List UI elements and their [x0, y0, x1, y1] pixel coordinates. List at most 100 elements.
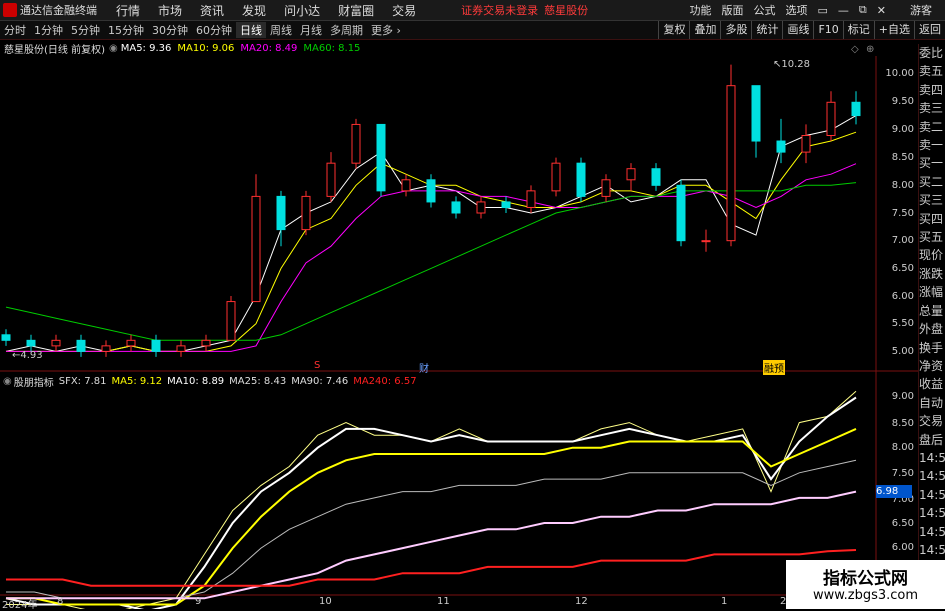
- minimize-icon[interactable]: —: [833, 4, 854, 17]
- menu-market[interactable]: 市场: [149, 2, 191, 19]
- restore-icon[interactable]: ▭: [813, 4, 833, 17]
- period-30min[interactable]: 30分钟: [148, 22, 192, 38]
- side-panel-row[interactable]: 交易: [919, 412, 945, 430]
- candle-body: [126, 339, 136, 347]
- period-60min[interactable]: 60分钟: [192, 22, 236, 38]
- menu-discover[interactable]: 发现: [233, 2, 275, 19]
- period-daily[interactable]: 日线: [236, 22, 266, 38]
- side-panel-row[interactable]: 涨跌: [919, 265, 945, 283]
- side-panel-row[interactable]: 收益: [919, 375, 945, 393]
- side-panel-row[interactable]: 换手: [919, 339, 945, 357]
- side-panel-row[interactable]: 现价: [919, 246, 945, 264]
- menu-function[interactable]: 功能: [685, 2, 717, 18]
- period-weekly[interactable]: 周线: [266, 22, 296, 38]
- side-panel-row[interactable]: 卖二: [919, 118, 945, 136]
- event-marker-finance[interactable]: 财: [419, 360, 429, 375]
- side-panel-row[interactable]: 自动: [919, 394, 945, 412]
- ma20-value: MA20: 8.49: [240, 42, 298, 54]
- period-monthly[interactable]: 月线: [296, 22, 326, 38]
- period-more[interactable]: 更多 ›: [367, 22, 405, 38]
- ind-ma90-value: MA90: 7.46: [291, 375, 349, 387]
- period-5min[interactable]: 5分钟: [67, 22, 104, 38]
- multi-stock-button[interactable]: 多股: [720, 21, 751, 39]
- candle-body: [726, 85, 736, 242]
- guest-label[interactable]: 游客: [905, 2, 937, 18]
- side-panel-row[interactable]: 卖一: [919, 136, 945, 154]
- side-panel-row[interactable]: 14:56: [919, 449, 945, 467]
- chart-toolbar-right: 复权 叠加 多股 统计 画线 F10 标记 +自选 返回: [658, 21, 945, 39]
- side-panel-row[interactable]: 买二: [919, 173, 945, 191]
- menu-options[interactable]: 选项: [781, 2, 813, 18]
- indicator-settings-icon[interactable]: ◉: [3, 376, 12, 387]
- ind-axis-tick: 7.50: [891, 468, 914, 479]
- side-panel-row[interactable]: 14:56: [919, 541, 945, 559]
- event-marker-s[interactable]: S: [314, 360, 320, 371]
- side-panel-row[interactable]: 外盘: [919, 320, 945, 338]
- candle-body: [426, 179, 436, 203]
- current-stock-link[interactable]: 慈星股份: [544, 2, 588, 18]
- candle-body: [601, 179, 611, 197]
- period-multi[interactable]: 多周期: [326, 22, 367, 38]
- side-panel-row[interactable]: 14:56: [919, 523, 945, 541]
- adjust-button[interactable]: 复权: [658, 21, 689, 39]
- zoom-icon[interactable]: ⊕: [866, 44, 874, 55]
- close-icon[interactable]: ✕: [872, 4, 891, 17]
- indicator-line-ma90: [6, 490, 857, 600]
- overlay-button[interactable]: 叠加: [689, 21, 720, 39]
- side-panel-row[interactable]: 委比: [919, 44, 945, 62]
- candle-body: [101, 345, 111, 352]
- indicator-line-sfx: [6, 390, 857, 609]
- menu-ask[interactable]: 问小达: [275, 2, 329, 19]
- side-panel-row[interactable]: 买五: [919, 228, 945, 246]
- menu-formula[interactable]: 公式: [749, 2, 781, 18]
- side-panel-row[interactable]: 买四: [919, 210, 945, 228]
- side-panel-row[interactable]: 14:56: [919, 467, 945, 485]
- side-panel-row[interactable]: 买一: [919, 154, 945, 172]
- menu-wealth-circle[interactable]: 财富圈: [329, 2, 383, 19]
- login-warning[interactable]: 证券交易未登录: [461, 2, 538, 18]
- back-button[interactable]: 返回: [914, 21, 945, 39]
- side-panel-row[interactable]: 卖五: [919, 62, 945, 80]
- side-panel-row[interactable]: 涨幅: [919, 283, 945, 301]
- stock-name[interactable]: 慈星股份(日线 前复权): [4, 41, 105, 56]
- period-1min[interactable]: 1分钟: [30, 22, 67, 38]
- draw-line-button[interactable]: 画线: [782, 21, 813, 39]
- main-chart-header: 慈星股份(日线 前复权) ◉ MA5: 9.36 MA10: 9.06 MA20…: [0, 40, 360, 56]
- candle-body: [551, 162, 561, 192]
- mark-button[interactable]: 标记: [842, 21, 874, 39]
- side-panel-row[interactable]: 总量: [919, 302, 945, 320]
- settings-circle-icon[interactable]: ◉: [109, 43, 118, 54]
- candle-body: [526, 190, 536, 208]
- side-panel-row[interactable]: 14:56: [919, 486, 945, 504]
- kline-chart: [0, 56, 918, 609]
- event-marker-forecast[interactable]: 融预: [763, 360, 785, 375]
- menu-market-quotes[interactable]: 行情: [107, 2, 149, 19]
- main-axis-tick: 9.50: [891, 96, 914, 107]
- add-watchlist-button[interactable]: +自选: [873, 21, 914, 39]
- side-panel-row[interactable]: 14:56: [919, 504, 945, 522]
- menu-news[interactable]: 资讯: [191, 2, 233, 19]
- side-panel-row[interactable]: 卖四: [919, 81, 945, 99]
- expand-icon[interactable]: ◇: [851, 44, 859, 55]
- statistics-button[interactable]: 统计: [751, 21, 782, 39]
- main-axis-tick: 8.50: [891, 152, 914, 163]
- candle-body: [26, 339, 36, 347]
- side-panel-row[interactable]: 卖三: [919, 99, 945, 117]
- main-axis-tick: 9.00: [891, 124, 914, 135]
- side-panel-row[interactable]: 买三: [919, 191, 945, 209]
- date-axis-label: 10: [319, 596, 332, 607]
- menu-trade[interactable]: 交易: [383, 2, 425, 19]
- candle-body: [851, 101, 861, 117]
- period-tick[interactable]: 分时: [0, 22, 30, 38]
- f10-button[interactable]: F10: [813, 21, 842, 39]
- period-15min[interactable]: 15分钟: [104, 22, 148, 38]
- indicator-line-ma240: [6, 549, 857, 587]
- menu-layout[interactable]: 版面: [717, 2, 749, 18]
- side-panel-row[interactable]: 盘后: [919, 431, 945, 449]
- side-panel-row[interactable]: 净资: [919, 357, 945, 375]
- maximize-icon[interactable]: ⧉: [854, 3, 872, 17]
- indicator-line-ma10: [6, 427, 857, 606]
- candle-body: [701, 240, 711, 243]
- candle-body: [176, 345, 186, 352]
- indicator-name[interactable]: 股朋指标: [14, 374, 54, 389]
